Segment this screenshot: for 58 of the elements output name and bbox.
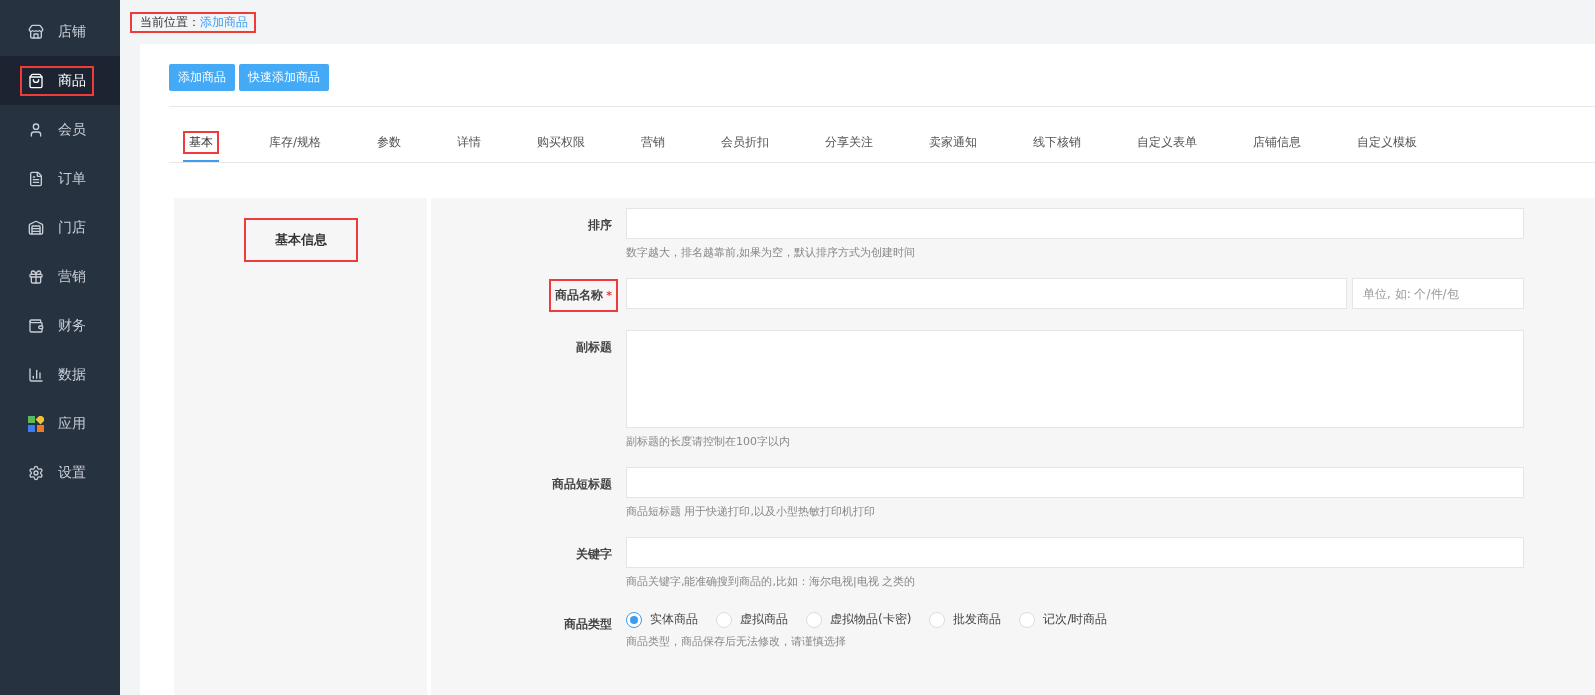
document-icon <box>28 170 44 187</box>
tab[interactable]: 会员折扣 <box>715 123 776 162</box>
user-icon <box>28 121 44 138</box>
nav-item[interactable]: 营销 <box>0 252 120 301</box>
help-text: 数字越大，排名越靠前,如果为空，默认排序方式为创建时间 <box>626 245 917 260</box>
field-label: 关键字 <box>575 546 613 563</box>
settings-icon <box>28 464 44 481</box>
tab[interactable]: 营销 <box>635 123 672 162</box>
radio-option[interactable]: 批发商品 <box>929 611 1002 628</box>
tab[interactable]: 卖家通知 <box>923 123 984 162</box>
bar-chart-icon <box>28 366 44 383</box>
help-text: 商品关键字,能准确搜到商品的,比如：海尔电视|电视 之类的 <box>626 574 917 589</box>
field-label: 副标题 <box>575 339 613 356</box>
nav-item[interactable]: 应用 <box>0 399 120 448</box>
radio-option[interactable]: 虚拟物品(卡密) <box>806 611 912 628</box>
textarea-field[interactable] <box>626 330 1524 428</box>
tab[interactable]: 分享关注 <box>819 123 880 162</box>
apps-icon <box>28 415 44 432</box>
tab[interactable]: 自定义模板 <box>1351 123 1424 162</box>
tab[interactable]: 自定义表单 <box>1131 123 1204 162</box>
input-field[interactable] <box>626 467 1524 498</box>
nav-item[interactable]: 门店 <box>0 203 120 252</box>
field-label: 商品名称 * <box>549 279 618 312</box>
input-field[interactable] <box>626 537 1524 568</box>
radio-option[interactable]: 记次/时商品 <box>1019 611 1108 628</box>
store-icon <box>28 23 44 40</box>
nav-item[interactable]: 数据 <box>0 350 120 399</box>
field-label: 商品短标题 <box>551 476 613 493</box>
tab[interactable]: 详情 <box>451 123 488 162</box>
input-field[interactable] <box>626 278 1347 309</box>
nav-item[interactable]: 店铺 <box>0 7 120 56</box>
tab[interactable]: 库存/规格 <box>263 123 328 162</box>
tab[interactable]: 店铺信息 <box>1247 123 1308 162</box>
radio-icon[interactable] <box>626 611 642 628</box>
input-field[interactable] <box>626 208 1524 239</box>
field-label: 商品类型 <box>563 616 613 633</box>
help-text: 副标题的长度请控制在100字以内 <box>626 434 791 449</box>
nav-item[interactable]: 商品 <box>0 56 120 105</box>
tab[interactable]: 参数 <box>371 123 408 162</box>
tab[interactable]: 线下核销 <box>1027 123 1088 162</box>
nav-item[interactable]: 财务 <box>0 301 120 350</box>
tab[interactable]: 购买权限 <box>531 123 592 162</box>
breadcrumb-label: 当前位置： <box>140 13 200 31</box>
field-label: 排序 <box>587 217 613 234</box>
help-text: 商品短标题 用于快递打印,以及小型热敏打印机打印 <box>626 504 876 519</box>
nav-item[interactable]: 会员 <box>0 105 120 154</box>
nav-item[interactable]: 订单 <box>0 154 120 203</box>
bag-icon <box>28 72 44 89</box>
required-mark: * <box>606 289 612 302</box>
help-text: 商品类型，商品保存后无法修改，请谨慎选择 <box>626 634 847 649</box>
unit-field[interactable]: 单位, 如: 个/件/包 <box>1352 278 1524 309</box>
gift-icon <box>28 268 44 285</box>
shop-icon <box>28 219 44 236</box>
wallet-icon <box>28 317 44 334</box>
radio-option[interactable]: 虚拟商品 <box>716 611 788 628</box>
section-title: 基本信息 <box>243 218 358 262</box>
nav-item[interactable]: 设置 <box>0 448 120 497</box>
radio-option[interactable]: 实体商品 <box>626 611 698 628</box>
